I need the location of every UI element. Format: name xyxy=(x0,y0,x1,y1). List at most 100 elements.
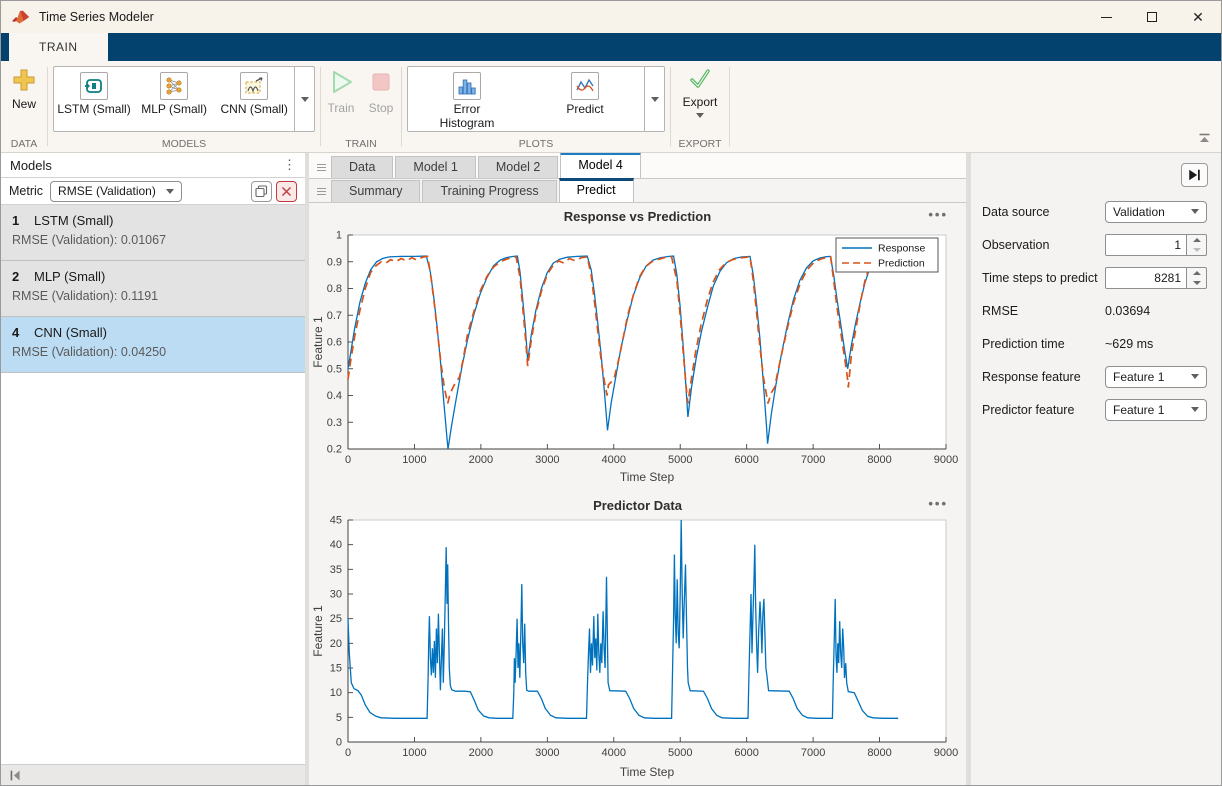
app-window: Time Series Modeler ✕ TRAIN New DATA xyxy=(0,0,1222,786)
charts-container: Response vs Prediction ••• 0100020003000… xyxy=(309,203,966,785)
section-label-train: TRAIN xyxy=(321,138,401,150)
svg-text:35: 35 xyxy=(330,564,342,576)
model-name: MLP (Small) xyxy=(34,269,105,284)
response-prediction-plot: 01000200030004000500060007000800090000.2… xyxy=(311,225,961,485)
predictor-data-plot: 0100020003000400050006000700080009000051… xyxy=(311,514,961,780)
time-steps-value[interactable]: 8281 xyxy=(1105,267,1187,289)
model-name: LSTM (Small) xyxy=(34,213,113,228)
lstm-model-icon xyxy=(80,72,108,100)
predictor-feature-dropdown[interactable]: Feature 1 xyxy=(1105,399,1207,421)
tab-model-1[interactable]: Model 1 xyxy=(395,156,475,178)
close-button[interactable]: ✕ xyxy=(1175,1,1221,33)
play-icon xyxy=(326,67,356,97)
mlp-model-icon xyxy=(160,72,188,100)
collapse-ribbon-icon xyxy=(1198,133,1211,143)
tab-row-gripper-icon[interactable] xyxy=(313,188,329,195)
spinner-up-button[interactable] xyxy=(1187,235,1206,245)
chart-title: Response vs Prediction xyxy=(311,205,964,225)
prediction-time-value: ~629 ms xyxy=(1105,337,1207,351)
svg-text:1000: 1000 xyxy=(402,747,426,759)
collapse-left-icon[interactable] xyxy=(9,769,22,782)
collapse-panel-bar xyxy=(1,764,305,785)
tab-summary[interactable]: Summary xyxy=(331,180,420,202)
models-panel: Models ⋮ Metric RMSE (Validation) xyxy=(1,153,309,785)
svg-text:45: 45 xyxy=(330,515,342,527)
new-button[interactable]: New xyxy=(7,65,41,113)
export-button[interactable]: Export xyxy=(679,65,722,120)
tab-row-gripper-icon[interactable] xyxy=(313,164,329,171)
predictor-data-chart: Predictor Data ••• 010002000300040005000… xyxy=(311,494,964,785)
minimize-icon xyxy=(1101,17,1112,18)
delete-model-button[interactable] xyxy=(276,181,297,202)
run-to-end-button[interactable] xyxy=(1181,163,1208,187)
model-template-lstm[interactable]: LSTM (Small) xyxy=(54,67,134,131)
observation-row: Observation 1 xyxy=(982,228,1207,261)
chevron-down-icon xyxy=(1191,407,1199,412)
time-steps-row: Time steps to predict 8281 xyxy=(982,261,1207,294)
models-panel-menu-icon[interactable]: ⋮ xyxy=(283,160,296,170)
models-gallery-dropdown[interactable] xyxy=(294,67,314,131)
model-subtab-row: Summary Training Progress Predict xyxy=(309,179,966,203)
plots-gallery-dropdown[interactable] xyxy=(644,67,664,131)
tab-training-progress[interactable]: Training Progress xyxy=(422,180,556,202)
stop-button[interactable]: Stop xyxy=(362,65,400,117)
model-template-mlp[interactable]: MLP (Small) xyxy=(134,67,214,131)
tab-model-2[interactable]: Model 2 xyxy=(478,156,558,178)
data-source-dropdown[interactable]: Validation xyxy=(1105,201,1207,223)
title-bar: Time Series Modeler ✕ xyxy=(1,1,1221,33)
svg-text:9000: 9000 xyxy=(934,454,958,466)
model-template-cnn[interactable]: CNN (Small) xyxy=(214,67,294,131)
maximize-button[interactable] xyxy=(1129,1,1175,33)
svg-text:0: 0 xyxy=(345,747,351,759)
svg-text:0.6: 0.6 xyxy=(327,337,342,349)
plot-predict[interactable]: Predict xyxy=(526,67,644,131)
chevron-down-icon xyxy=(301,97,309,102)
axes-toolbar-icon[interactable]: ••• xyxy=(928,496,948,511)
section-label-plots: PLOTS xyxy=(402,138,670,150)
ribbon-section-models: LSTM (Small) xyxy=(48,61,320,152)
chart-title: Predictor Data xyxy=(311,494,964,514)
svg-text:40: 40 xyxy=(330,539,342,551)
delete-x-icon xyxy=(281,186,292,197)
tab-data[interactable]: Data xyxy=(331,156,393,178)
svg-text:3000: 3000 xyxy=(535,454,559,466)
svg-text:Prediction: Prediction xyxy=(878,258,925,270)
svg-text:0.9: 0.9 xyxy=(327,256,342,268)
prediction-time-row: Prediction time ~629 ms xyxy=(982,327,1207,360)
observation-value[interactable]: 1 xyxy=(1105,234,1187,256)
model-card-1[interactable]: 1LSTM (Small) RMSE (Validation): 0.01067 xyxy=(1,205,305,261)
svg-text:0.2: 0.2 xyxy=(327,444,342,456)
toolstrip-tabbar: TRAIN xyxy=(1,33,1221,61)
chevron-down-icon xyxy=(1191,209,1199,214)
tab-predict[interactable]: Predict xyxy=(559,178,634,202)
duplicate-model-button[interactable] xyxy=(251,181,272,202)
axes-toolbar-icon[interactable]: ••• xyxy=(928,207,948,222)
spinner-down-button[interactable] xyxy=(1187,278,1206,288)
svg-text:0: 0 xyxy=(336,737,342,749)
model-card-2[interactable]: 2MLP (Small) RMSE (Validation): 0.1191 xyxy=(1,261,305,317)
minimize-button[interactable] xyxy=(1083,1,1129,33)
spinner-up-button[interactable] xyxy=(1187,268,1206,278)
response-vs-prediction-chart: Response vs Prediction ••• 0100020003000… xyxy=(311,205,964,490)
tab-train[interactable]: TRAIN xyxy=(9,33,108,61)
tab-model-4[interactable]: Model 4 xyxy=(560,152,640,178)
ribbon-section-plots: Error Histogram Predict PLOTS xyxy=(402,61,670,152)
chevron-down-icon xyxy=(166,189,174,194)
svg-text:4000: 4000 xyxy=(602,747,626,759)
document-tab-row: Data Model 1 Model 2 Model 4 xyxy=(309,153,966,179)
svg-text:0.7: 0.7 xyxy=(327,310,342,322)
svg-text:0.3: 0.3 xyxy=(327,417,342,429)
svg-text:Time Step: Time Step xyxy=(620,765,675,779)
response-feature-dropdown[interactable]: Feature 1 xyxy=(1105,366,1207,388)
metric-dropdown[interactable]: RMSE (Validation) xyxy=(50,181,182,202)
spinner-down-button[interactable] xyxy=(1187,245,1206,255)
collapse-ribbon-button[interactable] xyxy=(1198,130,1211,148)
section-label-data: DATA xyxy=(1,138,47,150)
train-button[interactable]: Train xyxy=(322,65,360,117)
plot-error-histogram[interactable]: Error Histogram xyxy=(408,67,526,131)
svg-text:25: 25 xyxy=(330,613,342,625)
model-card-4[interactable]: 4CNN (Small) RMSE (Validation): 0.04250 xyxy=(1,317,305,373)
svg-text:1: 1 xyxy=(336,230,342,242)
svg-text:5000: 5000 xyxy=(668,454,692,466)
model-metric: RMSE (Validation): 0.1191 xyxy=(12,289,294,303)
